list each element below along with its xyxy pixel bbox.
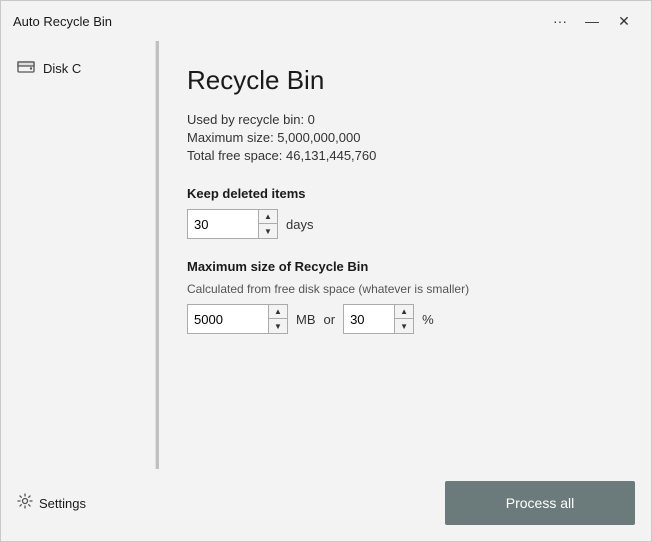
sidebar: Disk C [1,41,156,469]
sidebar-item-disk-c[interactable]: Disk C [5,49,151,88]
info-used: Used by recycle bin: 0 [187,112,623,127]
close-button[interactable]: ✕ [609,7,639,35]
percent-down-arrow[interactable]: ▼ [395,319,413,333]
mb-up-arrow[interactable]: ▲ [269,305,287,319]
sidebar-item-label: Disk C [43,61,81,76]
disk-icon [17,57,35,80]
percent-arrows: ▲ ▼ [394,305,413,333]
content-area: Disk C Recycle Bin Used by recycle bin: … [1,41,651,469]
days-unit: days [286,217,313,232]
max-size-label: Maximum size of Recycle Bin [187,259,623,274]
info-max-size: Maximum size: 5,000,000,000 [187,130,623,145]
info-free-space: Total free space: 46,131,445,760 [187,148,623,163]
settings-link[interactable]: Settings [17,493,86,513]
page-title: Recycle Bin [187,65,623,96]
mb-spinner: ▲ ▼ [187,304,288,334]
app-title: Auto Recycle Bin [13,14,112,29]
footer: Settings Process all [1,469,651,541]
menu-button[interactable]: ··· [545,7,575,35]
days-spinner: ▲ ▼ [187,209,278,239]
window-controls: ··· — ✕ [545,7,639,35]
percent-spinner: ▲ ▼ [343,304,414,334]
size-row: ▲ ▼ MB or ▲ ▼ % [187,304,623,334]
settings-icon [17,493,33,513]
keep-section: Keep deleted items ▲ ▼ days [187,186,623,239]
minimize-button[interactable]: — [577,7,607,35]
days-down-arrow[interactable]: ▼ [259,224,277,238]
mb-down-arrow[interactable]: ▼ [269,319,287,333]
main-content: Recycle Bin Used by recycle bin: 0 Maxim… [159,41,651,469]
settings-label: Settings [39,496,86,511]
or-text: or [324,312,336,327]
percent-up-arrow[interactable]: ▲ [395,305,413,319]
mb-input[interactable] [188,305,268,333]
max-size-section: Maximum size of Recycle Bin Calculated f… [187,259,623,334]
max-size-sublabel: Calculated from free disk space (whateve… [187,282,623,296]
days-input[interactable] [188,210,258,238]
percent-unit: % [422,312,434,327]
mb-arrows: ▲ ▼ [268,305,287,333]
keep-section-label: Keep deleted items [187,186,623,201]
days-row: ▲ ▼ days [187,209,623,239]
percent-input[interactable] [344,305,394,333]
titlebar: Auto Recycle Bin ··· — ✕ [1,1,651,41]
days-arrows: ▲ ▼ [258,210,277,238]
mb-unit: MB [296,312,316,327]
days-up-arrow[interactable]: ▲ [259,210,277,224]
process-all-button[interactable]: Process all [445,481,635,525]
main-window: Auto Recycle Bin ··· — ✕ Disk C [0,0,652,542]
